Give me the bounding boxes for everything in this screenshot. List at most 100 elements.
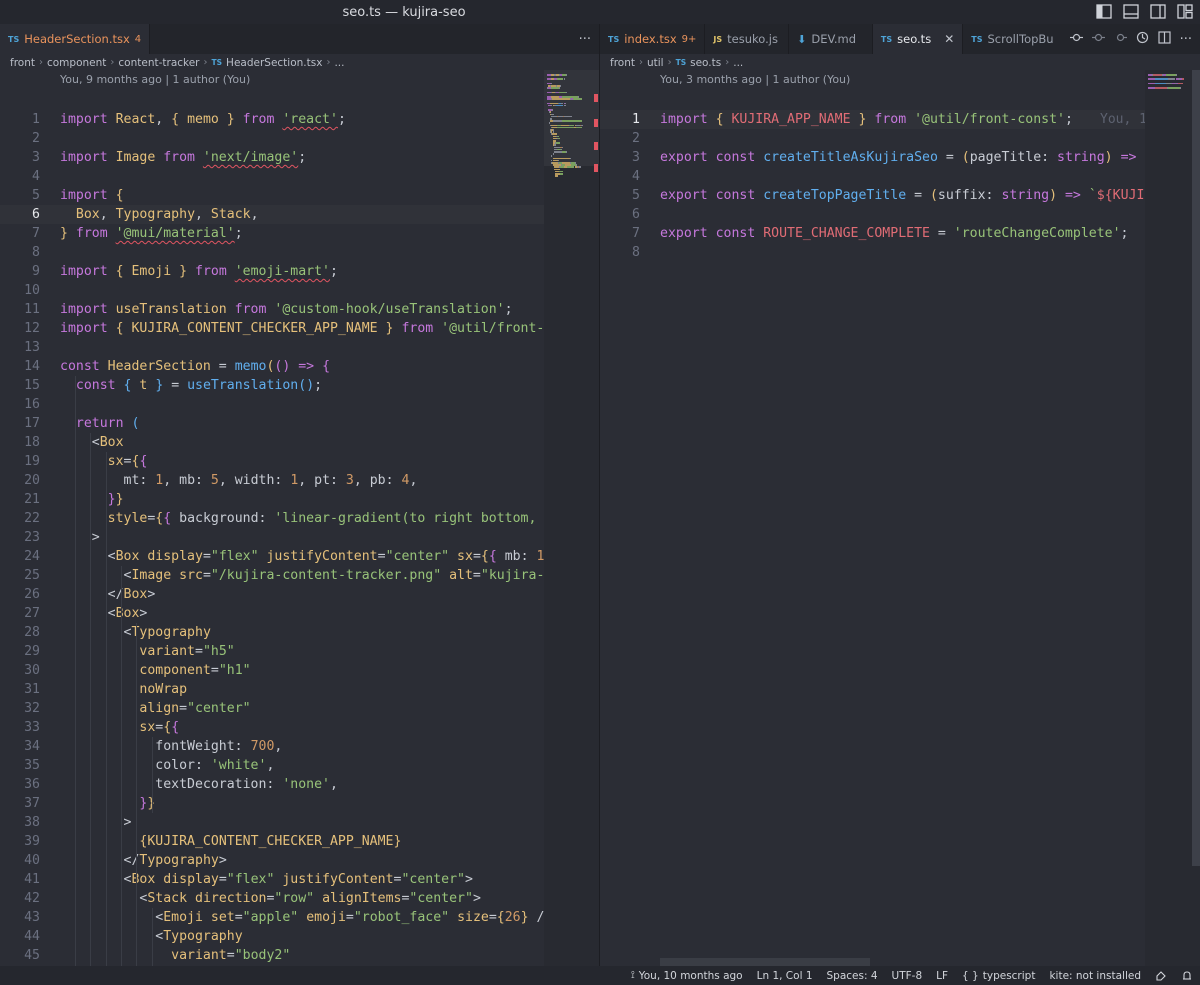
code-line[interactable]: 16 — [0, 395, 544, 414]
code-token: 26 — [504, 910, 521, 925]
split-editor-icon[interactable] — [1157, 30, 1171, 48]
code-line[interactable]: 29 variant="h5" — [0, 642, 544, 661]
code-line[interactable]: 5 import { — [0, 186, 544, 205]
code-line[interactable]: 3 import Image from 'next/image'; — [0, 148, 544, 167]
code-line[interactable]: 17 return ( — [0, 414, 544, 433]
code-line[interactable]: 27 <Box> — [0, 604, 544, 623]
code-line[interactable]: 25 <Image src="/kujira-content-tracker.p… — [0, 566, 568, 585]
code-line[interactable]: 2 — [0, 129, 544, 148]
breadcrumb-item[interactable]: front — [10, 57, 35, 69]
code-line[interactable]: 1 import React, { memo } from 'react'; — [0, 110, 544, 129]
code-line[interactable]: 4 — [0, 167, 544, 186]
git-blame-status[interactable]: ⟟ You, 10 months ago — [624, 969, 750, 982]
code-line[interactable]: 22 style={{ background: 'linear-gradient… — [0, 509, 568, 528]
code-line[interactable]: 2 — [600, 129, 1145, 148]
code-line[interactable]: 37 }} — [0, 794, 544, 813]
notifications-icon[interactable] — [1174, 970, 1200, 982]
more-actions-icon[interactable]: ··· — [1180, 32, 1192, 47]
breadcrumb-item[interactable]: HeaderSection.tsx — [226, 57, 322, 69]
code-line[interactable]: 8 — [600, 243, 1145, 262]
code-line[interactable]: 3 export const createTitleAsKujiraSeo = (… — [600, 148, 1176, 167]
breadcrumb-item[interactable]: ... — [334, 57, 344, 69]
breadcrumb-item[interactable]: front — [610, 57, 635, 69]
codelens-blame[interactable]: You, 9 months ago | 1 author (You) — [0, 71, 599, 88]
end-of-line[interactable]: LF — [929, 970, 955, 982]
code-line[interactable]: 30 component="h1" — [0, 661, 544, 680]
encoding[interactable]: UTF-8 — [885, 970, 930, 982]
language-mode[interactable]: { } typescript — [955, 970, 1042, 982]
kite-status[interactable]: kite: not installed — [1042, 970, 1148, 982]
code-line[interactable]: 26 </Box> — [0, 585, 544, 604]
tab-scroll-top[interactable]: TS ScrollTopBu — [963, 24, 1062, 54]
code-line[interactable]: 21 }} — [0, 490, 544, 509]
tab-dev-md[interactable]: ⬇ DEV.md — [789, 24, 873, 54]
error-marker — [594, 164, 598, 172]
code-line[interactable]: 24 <Box display="flex" justifyContent="c… — [0, 547, 576, 566]
code-line[interactable]: 9 import { Emoji } from 'emoji-mart'; — [0, 262, 544, 281]
code-text: import useTranslation from '@custom-hook… — [60, 302, 513, 317]
feedback-icon[interactable] — [1148, 970, 1174, 982]
code-line[interactable]: 5 export const createTopPageTitle = (suff… — [600, 186, 1168, 205]
code-line[interactable]: 13 — [0, 338, 544, 357]
code-line[interactable]: 10 — [0, 281, 544, 300]
code-line[interactable]: 36 textDecoration: 'none', — [0, 775, 544, 794]
minimap[interactable] — [544, 70, 599, 966]
code-line[interactable]: 14 const HeaderSection = memo(() => { — [0, 357, 544, 376]
tab-index[interactable]: TS index.tsx 9+ — [600, 24, 706, 54]
tab-tesuko[interactable]: JS tesuko.js — [705, 24, 790, 54]
code-line[interactable]: 31 noWrap — [0, 680, 544, 699]
code-line[interactable]: 4 — [600, 167, 1145, 186]
code-line[interactable]: 20 mt: 1, mb: 5, width: 1, pt: 3, pb: 4, — [0, 471, 544, 490]
code-line[interactable]: 6 — [600, 205, 1145, 224]
code-line[interactable]: 32 align="center" — [0, 699, 544, 718]
code-line[interactable]: 40 </Typography> — [0, 851, 544, 870]
code-line[interactable]: 42 <Stack direction="row" alignItems="ce… — [0, 889, 544, 908]
code-line[interactable]: 35 color: 'white', — [0, 756, 544, 775]
breadcrumb-item[interactable]: component — [47, 57, 106, 69]
code-line[interactable]: 43 <Emoji set="apple" emoji="robot_face"… — [0, 908, 552, 927]
close-icon[interactable]: ✕ — [944, 32, 954, 46]
customize-layout-icon[interactable] — [1175, 2, 1194, 21]
code-line[interactable]: 39 {KUJIRA_CONTENT_CHECKER_APP_NAME} — [0, 832, 544, 851]
breadcrumb-item[interactable]: util — [647, 57, 664, 69]
breadcrumb-item[interactable]: content-tracker — [118, 57, 199, 69]
tab-seo[interactable]: TS seo.ts ✕ — [872, 24, 964, 54]
toggle-panel-icon[interactable] — [1121, 2, 1140, 21]
toggle-secondary-sidebar-icon[interactable] — [1148, 2, 1167, 21]
chevron-right-icon: › — [110, 57, 115, 68]
horizontal-scrollbar[interactable] — [660, 958, 870, 966]
code-line[interactable]: 44 <Typography — [0, 927, 544, 946]
vertical-scrollbar[interactable] — [1192, 70, 1200, 866]
code-line[interactable]: 34 fontWeight: 700, — [0, 737, 544, 756]
code-line[interactable]: 28 <Typography — [0, 623, 544, 642]
next-change-icon[interactable] — [1114, 31, 1127, 48]
code-line[interactable]: 7} from '@mui/material'; — [0, 224, 544, 243]
timeline-icon[interactable] — [1136, 31, 1149, 48]
code-line[interactable]: 33 sx={{ — [0, 718, 544, 737]
toggle-primary-sidebar-icon[interactable] — [1094, 2, 1113, 21]
code-line[interactable]: 41 <Box display="flex" justifyContent="c… — [0, 870, 544, 889]
breadcrumb-item[interactable]: ... — [733, 57, 743, 69]
tab-header-section[interactable]: TS HeaderSection.tsx 4 — [0, 24, 151, 54]
codelens-blame[interactable]: You, 3 months ago | 1 author (You) — [600, 71, 1200, 88]
previous-change-icon[interactable] — [1091, 31, 1105, 48]
indentation[interactable]: Spaces: 4 — [820, 970, 885, 982]
code-line[interactable]: 38 > — [0, 813, 544, 832]
code-editor[interactable]: 1 import React, { memo } from 'react'; 2 3 i… — [0, 110, 576, 966]
code-editor[interactable]: 1 import { KUJIRA_APP_NAME } from '@util/… — [600, 110, 1176, 966]
code-line[interactable]: 6 Box, Typography, Stack, — [0, 205, 544, 224]
code-line[interactable]: 7 export const ROUTE_CHANGE_COMPLETE = 'r… — [600, 224, 1145, 243]
code-line[interactable]: 45 variant="body2" — [0, 946, 544, 965]
code-line[interactable]: 18 <Box — [0, 433, 544, 452]
code-line[interactable]: 19 sx={{ — [0, 452, 544, 471]
code-line[interactable]: 15 const { t } = useTranslation(); — [0, 376, 544, 395]
open-changes-icon[interactable] — [1069, 31, 1083, 48]
code-line[interactable]: 8 — [0, 243, 544, 262]
code-line[interactable]: 23 > — [0, 528, 544, 547]
code-line[interactable]: 11 import useTranslation from '@custom-ho… — [0, 300, 544, 319]
more-actions-icon[interactable]: ··· — [579, 32, 591, 47]
code-line[interactable]: 12 import { KUJIRA_CONTENT_CHECKER_APP_NA… — [0, 319, 568, 338]
breadcrumb-item[interactable]: seo.ts — [690, 57, 721, 69]
cursor-position[interactable]: Ln 1, Col 1 — [750, 970, 820, 982]
code-line[interactable]: 1 import { KUJIRA_APP_NAME } from '@util/… — [600, 110, 1145, 129]
